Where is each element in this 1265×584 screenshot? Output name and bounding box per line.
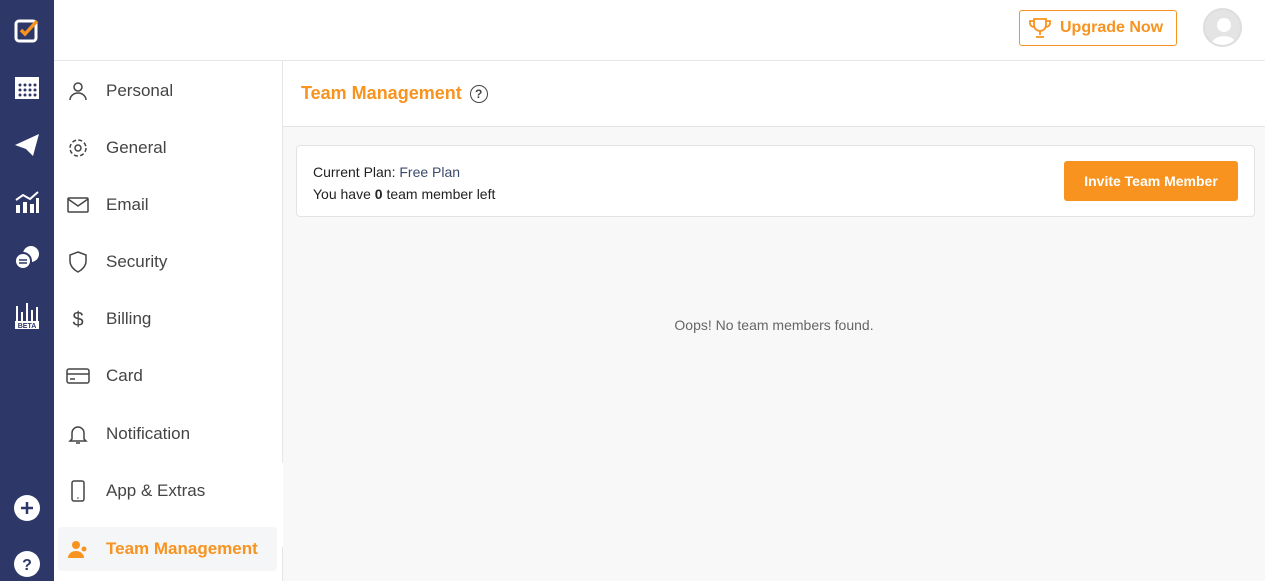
credit-card-icon: [66, 368, 90, 384]
send-icon[interactable]: [7, 124, 47, 164]
menu-item-card[interactable]: Card: [58, 354, 277, 398]
plan-value: Free Plan: [399, 164, 461, 180]
menu-item-label: Security: [106, 252, 168, 271]
trophy-icon: [1029, 18, 1051, 38]
team-icon: [68, 541, 87, 558]
tasks-icon[interactable]: [7, 10, 47, 50]
mail-icon: [67, 197, 89, 213]
page-title: Team Management: [301, 83, 462, 103]
page-header: Team Management ?: [283, 61, 1265, 127]
settings-menu: Personal General Email Security $ Billing…: [54, 61, 283, 581]
app-rail: BETA ?: [0, 0, 54, 581]
bell-icon: [68, 426, 88, 444]
main-content: Team Management ? Current Plan: Free Pla…: [283, 61, 1265, 581]
svg-text:?: ?: [22, 557, 32, 574]
menu-item-label: Notification: [106, 424, 191, 443]
calendar-icon[interactable]: [7, 67, 47, 107]
mobile-icon: [71, 480, 85, 502]
analytics-icon[interactable]: [7, 181, 47, 221]
invite-team-member-button[interactable]: Invite Team Member: [1064, 161, 1238, 201]
plan-card: Current Plan: Free Plan You have 0 team …: [296, 145, 1255, 217]
avatar[interactable]: [1203, 8, 1242, 47]
gear-icon: [69, 139, 87, 157]
svg-text:BETA: BETA: [18, 323, 37, 330]
help-circle-icon[interactable]: ?: [469, 84, 488, 103]
menu-item-label: Email: [106, 195, 149, 214]
menu-item-security[interactable]: Security: [58, 240, 277, 284]
menu-item-label: Team Management: [106, 539, 258, 558]
user-icon: [69, 82, 87, 101]
menu-item-notification[interactable]: Notification: [58, 412, 277, 456]
svg-text:$: $: [72, 309, 83, 331]
menu-item-general[interactable]: General: [58, 126, 277, 170]
menu-item-label: Card: [106, 366, 143, 385]
plan-label: Current Plan:: [313, 164, 396, 180]
shield-icon: [69, 251, 87, 273]
menu-item-label: General: [106, 138, 167, 157]
menu-item-app-extras[interactable]: App & Extras: [58, 469, 277, 513]
dollar-icon: $: [72, 309, 83, 331]
menu-item-team-management[interactable]: Team Management: [58, 527, 277, 571]
top-bar: Upgrade Now: [54, 0, 1265, 61]
menu-item-label: Personal: [106, 81, 174, 100]
members-count: 0: [374, 186, 383, 202]
help-icon[interactable]: ?: [7, 544, 47, 584]
beta-reports-icon[interactable]: BETA: [7, 295, 47, 335]
upgrade-now-button[interactable]: Upgrade Now: [1019, 10, 1177, 46]
upgrade-now-label: Upgrade Now: [1060, 19, 1164, 36]
menu-item-label: App & Extras: [106, 481, 206, 500]
members-suffix: team member left: [386, 186, 496, 202]
empty-state: Oops! No team members found.: [674, 317, 874, 333]
menu-item-personal[interactable]: Personal: [58, 69, 277, 113]
add-icon[interactable]: [7, 488, 47, 528]
chat-icon[interactable]: [7, 238, 47, 278]
menu-item-email[interactable]: Email: [58, 183, 277, 227]
members-prefix: You have: [313, 186, 371, 202]
menu-item-billing[interactable]: $ Billing: [58, 297, 277, 341]
menu-item-label: Billing: [106, 309, 152, 328]
